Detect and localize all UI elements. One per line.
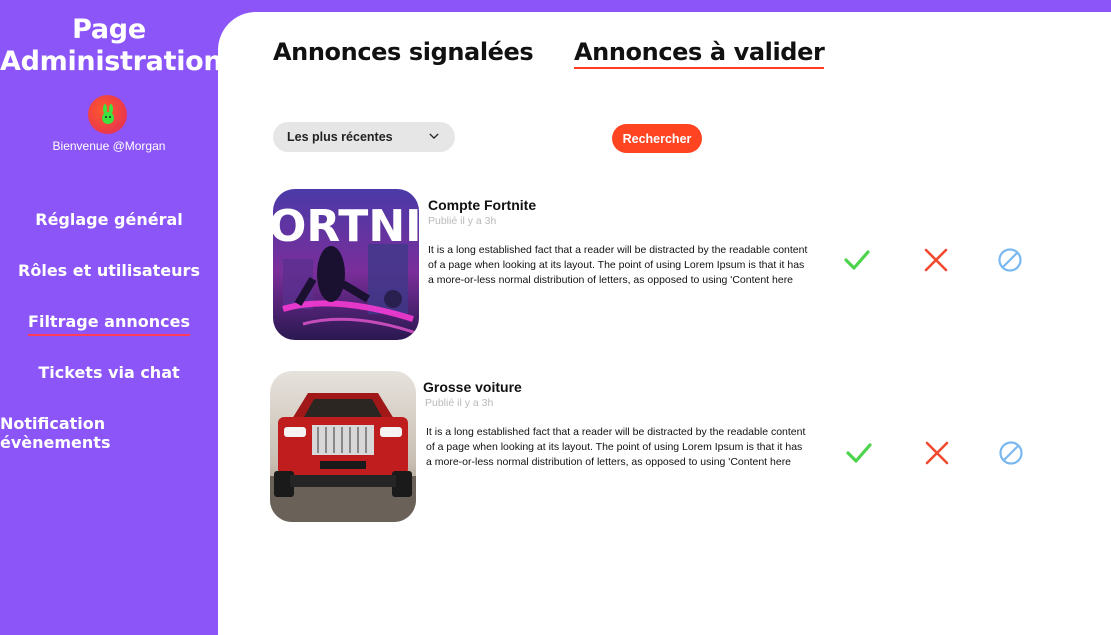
sidebar-item-roles-utilisateurs[interactable]: Rôles et utilisateurs [0, 261, 218, 312]
sort-select-value: Les plus récentes [287, 130, 393, 144]
car-image [270, 371, 416, 522]
ad-card: Grosse voiture Publié il y a 3h It is a … [218, 370, 1111, 522]
main-panel: Annonces signalées Annonces à valider Le… [218, 12, 1111, 635]
tab-annonces-signalees[interactable]: Annonces signalées [273, 38, 534, 66]
sidebar-item-label: Rôles et utilisateurs [18, 261, 200, 280]
fortnite-logo-text: ORTNIT [273, 201, 419, 252]
sidebar-item-tickets-chat[interactable]: Tickets via chat [0, 363, 218, 414]
rabbit-icon [101, 103, 114, 124]
tab-annonces-a-valider[interactable]: Annonces à valider [574, 38, 825, 69]
page-title-line2: Administration [0, 46, 223, 77]
page-title-line1: Page [72, 14, 146, 45]
fortnite-image: ORTNIT [273, 189, 419, 340]
ad-card: ORTNIT Compte Fortnite Publié il y a 3h … [218, 188, 1111, 340]
cross-icon[interactable] [923, 439, 951, 467]
ad-thumbnail-fortnite[interactable]: ORTNIT [273, 189, 419, 340]
sidebar-item-label: Tickets via chat [38, 363, 180, 382]
ban-icon[interactable] [997, 439, 1025, 467]
check-icon[interactable] [843, 246, 871, 274]
sidebar: Page Administration Bienvenue @Morgan Ré… [0, 0, 223, 635]
ad-title: Compte Fortnite [428, 197, 537, 213]
sidebar-item-label: Notification évènements [0, 414, 111, 452]
sidebar-nav: Réglage général Rôles et utilisateurs Fi… [0, 210, 218, 465]
page-title: Page Administration [0, 14, 223, 78]
sort-select[interactable]: Les plus récentes [273, 122, 455, 152]
sidebar-item-filtrage-annonces[interactable]: Filtrage annonces [0, 312, 218, 363]
sidebar-item-label: Réglage général [35, 210, 183, 229]
chevron-down-icon [429, 133, 439, 140]
avatar[interactable] [88, 95, 127, 134]
sidebar-item-label: Filtrage annonces [28, 312, 190, 336]
welcome-text: Bienvenue @Morgan [52, 139, 166, 153]
ad-thumbnail-voiture[interactable] [270, 371, 416, 522]
sidebar-item-notification-evenements[interactable]: Notification évènements [0, 414, 218, 465]
ad-time: Publié il y a 3h [425, 397, 494, 409]
cross-icon[interactable] [922, 246, 950, 274]
ad-description: It is a long established fact that a rea… [428, 244, 808, 286]
ad-description: It is a long established fact that a rea… [426, 426, 806, 468]
check-icon[interactable] [845, 439, 873, 467]
search-button[interactable]: Rechercher [612, 124, 702, 153]
ban-icon[interactable] [996, 246, 1024, 274]
sidebar-item-reglage-general[interactable]: Réglage général [0, 210, 218, 261]
ad-time: Publié il y a 3h [428, 215, 497, 227]
ad-title: Grosse voiture [423, 379, 522, 395]
